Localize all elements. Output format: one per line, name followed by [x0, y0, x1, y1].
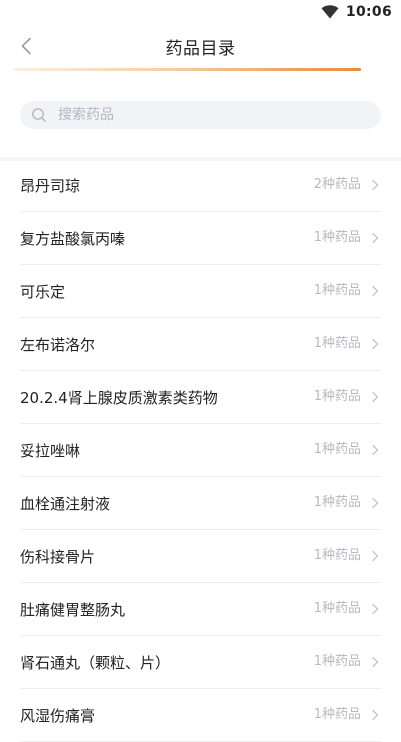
list-item[interactable]: 20.2.4肾上腺皮质激素类药物 1种药品	[20, 371, 381, 424]
list-item-count: 1种药品	[313, 601, 361, 616]
list-item-name: 可乐定	[20, 282, 66, 301]
chevron-right-icon	[372, 656, 379, 668]
list-item[interactable]: 复方盐酸氯丙嗪 1种药品	[20, 212, 381, 265]
chevron-right-icon	[372, 179, 379, 191]
chevron-right-icon	[372, 285, 379, 297]
list-item-count: 1种药品	[313, 548, 361, 563]
drug-list: 昂丹司琼 2种药品 复方盐酸氯丙嗪 1种药品 可乐定 1种药品 左布诺洛尔 1种…	[0, 159, 401, 742]
list-item-count: 1种药品	[313, 336, 361, 351]
status-time: 10:06	[345, 4, 392, 20]
search-icon	[32, 108, 46, 122]
chevron-right-icon	[372, 497, 379, 509]
list-item[interactable]: 肚痛健胃整肠丸 1种药品	[20, 583, 381, 636]
chevron-right-icon	[372, 550, 379, 562]
chevron-right-icon	[372, 603, 379, 615]
list-item-name: 风湿伤痛膏	[20, 706, 96, 725]
list-item[interactable]: 肾石通丸（颗粒、片） 1种药品	[20, 636, 381, 689]
title-underline	[14, 68, 361, 71]
list-item-name: 肾石通丸（颗粒、片）	[20, 653, 171, 672]
list-item[interactable]: 血栓通注射液 1种药品	[20, 477, 381, 530]
list-item-name: 复方盐酸氯丙嗪	[20, 229, 126, 248]
list-item[interactable]: 伤科接骨片 1种药品	[20, 530, 381, 583]
list-item-count: 1种药品	[313, 707, 361, 722]
list-item-name: 昂丹司琼	[20, 176, 81, 195]
list-item-name: 伤科接骨片	[20, 547, 96, 566]
list-item-name: 左布诺洛尔	[20, 335, 96, 354]
status-bar: 10:06	[0, 0, 401, 24]
list-item-name: 妥拉唑啉	[20, 441, 81, 460]
wifi-icon	[321, 5, 339, 19]
chevron-right-icon	[372, 338, 379, 350]
list-item[interactable]: 左布诺洛尔 1种药品	[20, 318, 381, 371]
chevron-right-icon	[372, 391, 379, 403]
list-item-name: 20.2.4肾上腺皮质激素类药物	[20, 388, 218, 407]
list-item-count: 1种药品	[313, 283, 361, 298]
list-item[interactable]: 风湿伤痛膏 1种药品	[20, 689, 381, 742]
chevron-right-icon	[372, 444, 379, 456]
chevron-right-icon	[372, 232, 379, 244]
list-item[interactable]: 妥拉唑啉 1种药品	[20, 424, 381, 477]
list-item-name: 肚痛健胃整肠丸	[20, 600, 126, 619]
list-item-count: 1种药品	[313, 654, 361, 669]
search-bar[interactable]	[20, 101, 381, 129]
list-item-count: 1种药品	[313, 442, 361, 457]
header: 药品目录	[0, 24, 401, 68]
list-item-count: 2种药品	[313, 177, 361, 192]
status-icons: 10:06	[321, 3, 392, 21]
chevron-right-icon	[372, 709, 379, 721]
list-item-count: 1种药品	[313, 389, 361, 404]
list-item-name: 血栓通注射液	[20, 494, 111, 513]
list-item-count: 1种药品	[313, 230, 361, 245]
list-item[interactable]: 昂丹司琼 2种药品	[20, 159, 381, 212]
list-item-count: 1种药品	[313, 495, 361, 510]
list-item[interactable]: 可乐定 1种药品	[20, 265, 381, 318]
page-title: 药品目录	[165, 39, 236, 59]
search-input[interactable]	[56, 106, 360, 124]
